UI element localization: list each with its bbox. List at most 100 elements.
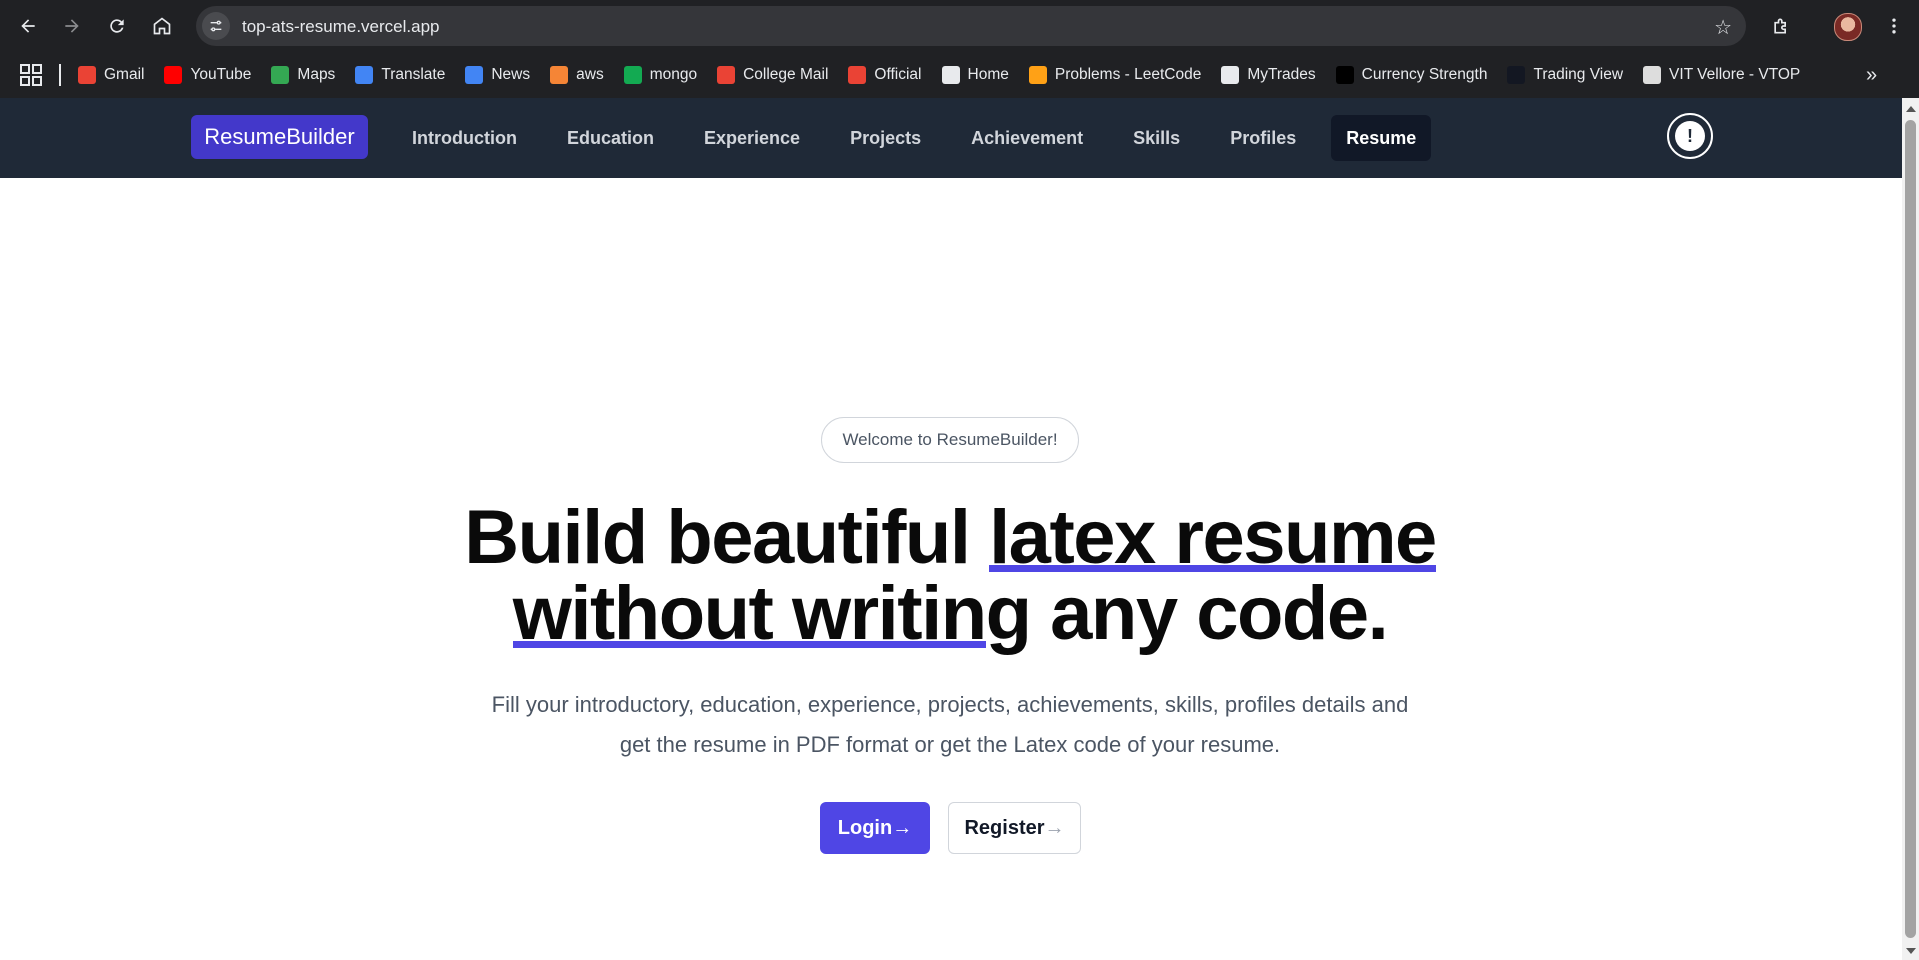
headline-line-2: without writing any code.	[350, 576, 1550, 652]
bookmark-item[interactable]: News	[465, 66, 530, 84]
subtitle-line-2: get the resume in PDF format or get the …	[619, 732, 1281, 757]
subtitle-line-1: Fill your introductory, education, exper…	[491, 692, 1409, 717]
tradingview-icon	[1507, 66, 1526, 84]
vtop-icon	[1643, 66, 1662, 84]
scroll-up-arrow-icon[interactable]	[1906, 106, 1916, 112]
bookmark-item[interactable]: mongo	[623, 66, 697, 84]
nav-resume[interactable]: Resume	[1331, 115, 1432, 161]
home-button[interactable]	[146, 10, 178, 42]
browser-toolbar: top-ats-resume.vercel.app ☆	[0, 0, 1919, 52]
brand-logo-button[interactable]: ResumeBuilder	[191, 115, 368, 159]
bookmark-item[interactable]: Problems - LeetCode	[1028, 66, 1202, 84]
gmail-icon	[848, 66, 867, 84]
browser-menu-button[interactable]	[1878, 10, 1910, 42]
bookmark-label: College Mail	[743, 66, 829, 83]
register-button[interactable]: Register →	[948, 802, 1081, 854]
bookmark-label: Gmail	[104, 66, 145, 83]
lc-icon	[1335, 66, 1354, 84]
bookmark-item[interactable]: Official	[848, 66, 922, 84]
bookmark-label: Currency Strength	[1361, 66, 1488, 83]
app-navbar: ResumeBuilder Introduction Education Exper…	[0, 98, 1902, 178]
welcome-badge: Welcome to ResumeBuilder!	[821, 417, 1079, 463]
headline-text-2: g any code.	[985, 571, 1389, 656]
bookmark-separator	[59, 64, 61, 86]
address-bar[interactable]: top-ats-resume.vercel.app ☆	[196, 6, 1746, 46]
headline-highlight-2: without writin	[512, 571, 987, 656]
aws-icon	[550, 66, 569, 84]
headline-text-1: Build beautiful	[464, 495, 990, 580]
login-button[interactable]: Login →	[820, 802, 930, 854]
hero-headline: Build beautiful latex resume without wri…	[350, 500, 1550, 652]
profile-avatar[interactable]	[1834, 13, 1862, 41]
page-scrollbar[interactable]	[1902, 98, 1919, 960]
info-button[interactable]: !	[1667, 113, 1713, 159]
nav-education[interactable]: Education	[542, 115, 679, 161]
reload-button[interactable]	[101, 10, 133, 42]
arrow-right-icon: →	[1044, 816, 1065, 839]
mongo-icon	[623, 66, 642, 84]
gmail-icon	[78, 66, 96, 84]
headline-highlight-1: latex resume	[989, 495, 1437, 580]
bookmark-label: VIT Vellore - VTOP	[1669, 66, 1801, 83]
bookmark-item[interactable]: Gmail	[78, 66, 144, 84]
reload-icon	[110, 19, 124, 33]
bookmark-item[interactable]: Maps	[271, 66, 335, 84]
bookmark-label: MyTrades	[1247, 66, 1316, 83]
register-label: Register	[964, 816, 1045, 839]
bookmark-item[interactable]: aws	[550, 66, 604, 84]
leetcode-icon	[1028, 66, 1047, 84]
hero-subtitle: Fill your introductory, education, exper…	[460, 685, 1440, 765]
arrow-left-icon	[21, 19, 35, 33]
scrollbar-thumb[interactable]	[1905, 120, 1916, 938]
bookmark-label: YouTube	[190, 66, 252, 83]
bookmark-list: Gmail YouTube Maps Translate News aws mongo Col…	[78, 52, 1820, 98]
bookmark-label: Problems - LeetCode	[1054, 66, 1202, 83]
nav-skills[interactable]: Skills	[1108, 115, 1205, 161]
nav-achievement[interactable]: Achievement	[946, 115, 1108, 161]
nav-profiles[interactable]: Profiles	[1205, 115, 1321, 161]
bookmark-label: Official	[874, 66, 922, 83]
bookmark-item[interactable]: VIT Vellore - VTOP	[1643, 66, 1800, 84]
bookmark-label: Home	[967, 66, 1009, 83]
mytrades-icon	[1221, 66, 1240, 84]
nav-experience[interactable]: Experience	[679, 115, 825, 161]
globe-icon	[941, 66, 960, 84]
bookmark-item[interactable]: Currency Strength	[1335, 66, 1488, 84]
site-info-icon[interactable]	[202, 12, 230, 40]
bookmark-star-icon[interactable]: ☆	[1714, 15, 1732, 40]
bookmark-item[interactable]: Translate	[355, 66, 445, 84]
bookmark-item[interactable]: MyTrades	[1221, 66, 1316, 84]
headline-line-1: Build beautiful latex resume	[350, 500, 1550, 576]
forward-button[interactable]	[56, 10, 88, 42]
more-vert-icon	[1892, 18, 1896, 34]
translate-icon	[355, 66, 374, 84]
home-icon	[153, 17, 171, 35]
bookmark-label: News	[491, 66, 531, 83]
login-label: Login	[837, 816, 893, 839]
bookmark-label: Trading View	[1533, 66, 1624, 83]
nav-introduction[interactable]: Introduction	[387, 115, 542, 161]
maps-icon	[271, 66, 290, 84]
bookmark-label: aws	[576, 66, 604, 83]
exclamation-icon: !	[1675, 121, 1705, 151]
arrow-right-icon: →	[892, 816, 913, 839]
nav-menu: Introduction Education Experience Projects A…	[387, 115, 1432, 161]
bookmark-label: Translate	[381, 66, 446, 83]
news-icon	[465, 66, 484, 84]
bookmarks-bar: Gmail YouTube Maps Translate News aws mongo Col…	[0, 52, 1919, 99]
puzzle-icon	[1774, 18, 1786, 34]
url-text[interactable]: top-ats-resume.vercel.app	[242, 17, 439, 37]
nav-projects[interactable]: Projects	[825, 115, 946, 161]
gmail-icon	[717, 66, 736, 84]
back-button[interactable]	[12, 10, 44, 42]
extensions-button[interactable]	[1765, 10, 1797, 42]
bookmark-item[interactable]: Trading View	[1507, 66, 1623, 84]
apps-grid-icon[interactable]	[20, 64, 42, 86]
youtube-icon	[164, 66, 183, 84]
bookmark-item[interactable]: College Mail	[717, 66, 828, 84]
bookmark-item[interactable]: YouTube	[164, 66, 251, 84]
scroll-down-arrow-icon[interactable]	[1906, 948, 1916, 954]
chevron-double-right-icon[interactable]: »	[1866, 64, 1877, 87]
bookmark-label: Maps	[297, 66, 336, 83]
bookmark-item[interactable]: Home	[941, 66, 1009, 84]
